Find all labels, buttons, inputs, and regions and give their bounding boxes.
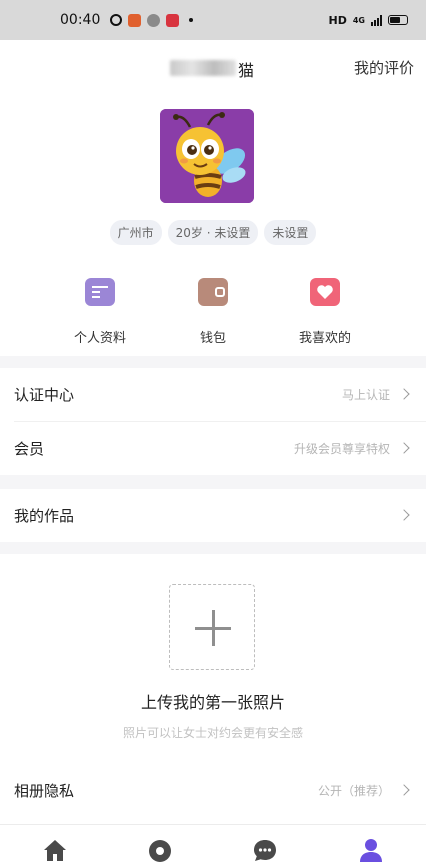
tab-messages[interactable] [252,837,278,863]
profile-icon [360,839,382,862]
my-works-row[interactable]: 我的作品 [0,489,426,541]
more-notifications-icon [189,18,194,22]
chat-icon [254,840,276,861]
app-notification-icon [128,13,142,27]
chevron-right-icon [398,784,410,796]
tag-unset: 未设置 [264,220,317,245]
chevron-right-icon [398,442,410,454]
tab-profile[interactable] [358,837,384,863]
signal-icon [371,14,382,26]
app-notification-icon-2 [147,13,161,27]
plus-icon-vertical [211,610,215,646]
chevron-right-icon [398,388,410,400]
upload-title: 上传我的第一张照片 [140,693,285,712]
section-divider [0,356,426,368]
quick-actions: 个人资料 钱包 我喜欢的 [0,278,426,350]
heart-icon [310,278,340,306]
album-privacy-row[interactable]: 相册隐私 公开（推荐） [0,764,426,816]
row-title: 我的作品 [14,506,75,525]
chevron-right-icon [398,509,410,521]
network-label: HD [328,13,347,27]
row-title: 相册隐私 [14,781,75,800]
status-time: 00:40 [60,12,101,28]
row-title: 认证中心 [14,385,75,404]
battery-icon [388,15,408,25]
upload-subtitle: 照片可以让女士对约会更有安全感 [122,726,303,740]
tab-home[interactable] [42,837,68,863]
section-divider [0,542,426,554]
avatar[interactable] [160,109,254,203]
upload-photo-button[interactable] [169,584,255,670]
home-icon [44,840,66,861]
row-subtitle: 公开（推荐） [317,783,390,798]
verify-center-row[interactable]: 认证中心 马上认证 [0,368,426,420]
tab-discover[interactable] [147,837,173,863]
wallet-icon [198,278,228,306]
row-subtitle: 升级会员尊享特权 [293,441,390,456]
quick-action-favorites[interactable]: 我喜欢的 [270,278,380,346]
nickname-blurred [170,60,236,76]
status-bar: 00:40 HD 4G [0,0,426,40]
profile-header: 猫 我的评价 [0,40,426,94]
discover-icon [149,840,171,862]
profile-tags: 广州市 20岁 · 未设置 未设置 [0,220,426,245]
quick-action-label: 钱包 [199,331,226,346]
nickname: 猫 [238,61,255,80]
bottom-tab-bar [0,824,426,866]
bee-icon [160,109,254,203]
section-divider [0,475,426,489]
tag-age: 20岁 · 未设置 [167,220,259,245]
signal-label: 4G [352,15,365,25]
my-reviews-link[interactable]: 我的评价 [354,57,414,78]
quick-action-label: 我喜欢的 [298,331,351,346]
quick-action-wallet[interactable]: 钱包 [158,278,268,346]
vip-row[interactable]: 会员 升级会员尊享特权 [0,422,426,474]
qq-notification-icon [110,14,123,26]
row-title: 会员 [14,439,45,458]
app-notification-icon-3 [166,13,180,27]
profile-card-icon [85,278,115,306]
row-subtitle: 马上认证 [341,387,390,402]
quick-action-profile[interactable]: 个人资料 [45,278,155,346]
quick-action-label: 个人资料 [73,331,126,346]
tag-city: 广州市 [109,220,162,245]
